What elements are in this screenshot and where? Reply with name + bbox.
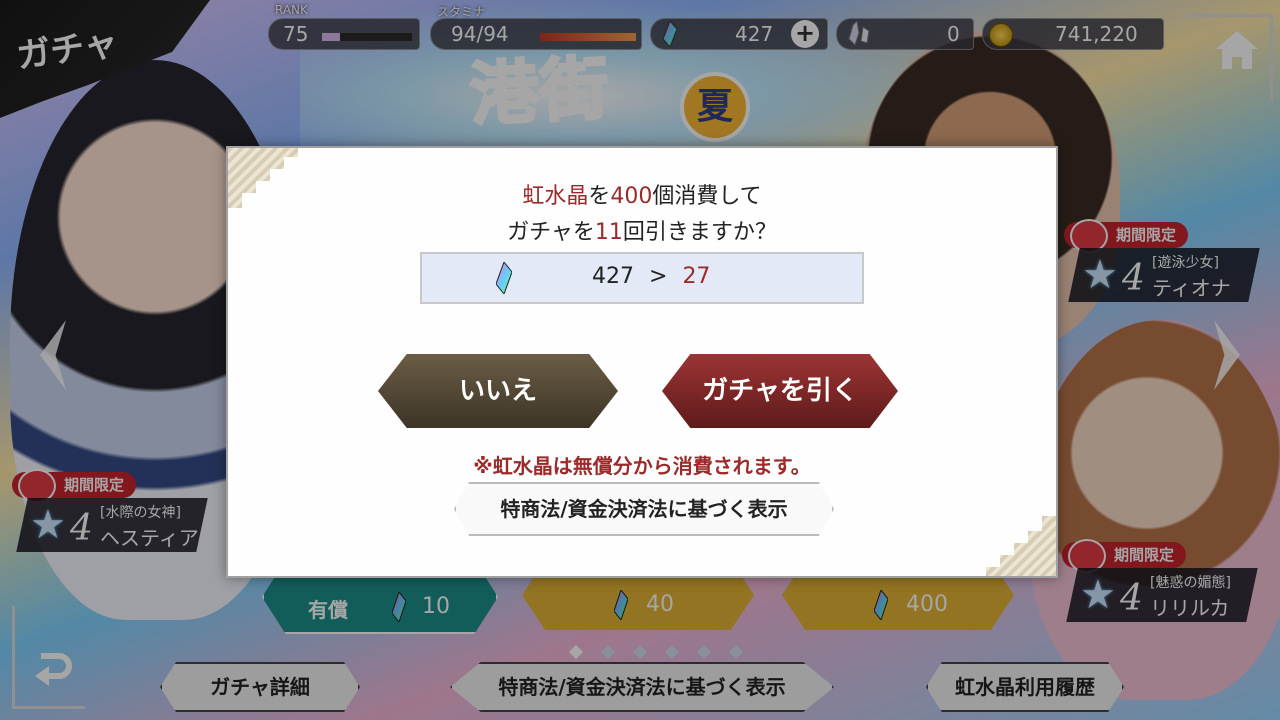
pull-count: 11 [594,220,623,245]
draw-gacha-button[interactable]: ガチャを引く [662,354,898,428]
dialog-legal-notice-button[interactable]: 特商法/資金決済法に基づく表示 [454,482,834,536]
text-fragment: 個消費して [652,184,762,209]
consumption-notice: ※虹水晶は無償分から消費されます。 [473,454,811,478]
crystal-item-name: 虹水晶 [522,184,589,209]
confirm-message-line2: ガチャを11回引きますか？ [228,214,1056,246]
rainbow-crystal-icon [496,262,512,294]
balance-change: 427 > 27 [592,264,710,289]
balance-before: 427 [592,264,634,289]
balance-after: 27 [682,264,711,289]
crystal-count: 400 [610,184,653,209]
crystal-balance-box: 427 > 27 [420,252,864,304]
balance-arrow: > [649,264,668,289]
confirm-message-line1: 虹水晶を400個消費して [228,178,1056,210]
dialog-corner-decoration [986,516,1056,576]
text-fragment: を [588,184,611,209]
text-fragment: ガチャを [507,220,595,245]
gacha-confirm-dialog: 虹水晶を400個消費して ガチャを11回引きますか？ 427 > 27 いいえ … [226,146,1058,578]
cancel-button[interactable]: いいえ [378,354,618,428]
text-fragment: 回引きますか？ [622,220,777,245]
